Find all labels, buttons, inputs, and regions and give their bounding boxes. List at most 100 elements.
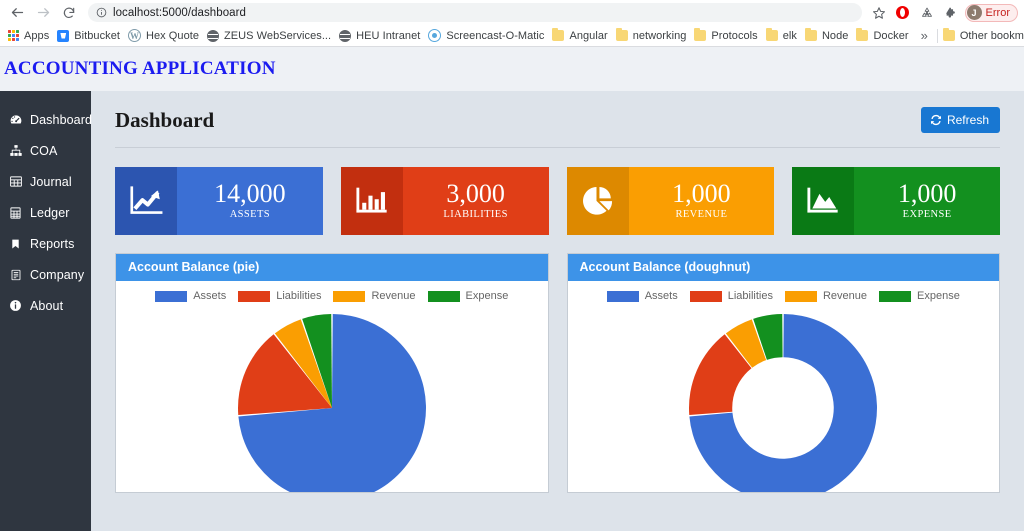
legend-label: Revenue <box>823 290 867 302</box>
globe-icon <box>207 30 219 42</box>
sidebar-item-coa[interactable]: COA <box>0 135 91 166</box>
stat-card-revenue[interactable]: 1,000 REVENUE <box>567 167 775 235</box>
stat-card-liabilities[interactable]: 3,000 LIABILITIES <box>341 167 549 235</box>
bookmark-label: Apps <box>24 30 49 42</box>
sidebar-item-ledger[interactable]: Ledger <box>0 197 91 228</box>
sidebar-item-label: Journal <box>30 175 72 189</box>
app-title: ACCOUNTING APPLICATION <box>4 58 276 80</box>
bookmark-elk[interactable]: elk <box>764 27 803 45</box>
sync-icon <box>930 114 942 126</box>
recycle-icon[interactable] <box>915 2 939 24</box>
info-circle-icon <box>8 299 23 313</box>
stat-card-expense[interactable]: 1,000 EXPENSE <box>792 167 1000 235</box>
bookmark-angular[interactable]: Angular <box>550 27 613 45</box>
sidebar-item-label: About <box>30 299 63 313</box>
legend-swatch <box>785 291 817 302</box>
folder-icon <box>616 30 628 41</box>
legend-swatch <box>428 291 460 302</box>
legend-swatch <box>238 291 270 302</box>
bookmark-apps[interactable]: Apps <box>6 27 55 45</box>
sidebar-item-dashboard[interactable]: Dashboard <box>0 104 91 135</box>
folder-icon <box>943 30 955 41</box>
bookmark-bitbucket[interactable]: Bitbucket <box>55 27 126 45</box>
bitbucket-icon <box>57 30 69 42</box>
bookmark-label: Node <box>822 30 849 42</box>
reload-icon[interactable] <box>56 2 82 24</box>
bar-chart-icon <box>341 167 403 235</box>
bookmark-screencast-o-matic[interactable]: Screencast-O-Matic <box>426 27 550 45</box>
address-bar[interactable]: localhost:5000/dashboard <box>88 3 862 22</box>
profile-pill[interactable]: J Error <box>965 4 1018 22</box>
legend-item[interactable]: Revenue <box>785 290 867 302</box>
forward-arrow-icon[interactable] <box>30 2 56 24</box>
chart-legend-pie: Assets Liabilities Revenue Expense <box>155 290 508 302</box>
bookmark-networking[interactable]: networking <box>614 27 693 45</box>
bookmarks-overflow-icon[interactable]: » <box>915 28 934 43</box>
bookmark-label: Bitbucket <box>74 30 120 42</box>
legend-item[interactable]: Assets <box>155 290 226 302</box>
bookmark-label: elk <box>783 30 797 42</box>
panel-account-balance-pie: Account Balance (pie) Assets Liabilities R… <box>115 253 549 493</box>
folder-icon <box>694 30 706 41</box>
pie-chart[interactable] <box>116 308 548 492</box>
legend-swatch <box>333 291 365 302</box>
site-info-icon[interactable] <box>96 7 107 18</box>
bookmark-other-bookmarks[interactable]: Other bookmarks <box>941 27 1024 45</box>
opera-icon[interactable] <box>891 2 915 24</box>
bookmark-label: Protocols <box>711 30 757 42</box>
legend-label: Expense <box>917 290 960 302</box>
stat-card-label: EXPENSE <box>903 209 952 220</box>
back-icon[interactable] <box>4 2 30 24</box>
stat-card-body: 1,000 REVENUE <box>629 167 775 235</box>
wordpress-icon: W <box>128 29 141 42</box>
bookmark-node[interactable]: Node <box>803 27 855 45</box>
stat-card-value: 1,000 <box>898 180 957 207</box>
sidebar-item-reports[interactable]: Reports <box>0 228 91 259</box>
legend-item[interactable]: Assets <box>607 290 678 302</box>
bookmark-star-icon[interactable] <box>867 2 891 24</box>
legend-item[interactable]: Liabilities <box>238 290 321 302</box>
apps-grid-icon <box>8 30 19 41</box>
bookmark-label: Screencast-O-Matic <box>446 30 544 42</box>
sidebar-item-company[interactable]: Company <box>0 259 91 290</box>
area-chart-icon <box>792 167 854 235</box>
panel-body: Assets Liabilities Revenue Expense <box>568 281 1000 492</box>
bookmark-protocols[interactable]: Protocols <box>692 27 763 45</box>
stat-card-value: 1,000 <box>672 180 731 207</box>
profile-label: Error <box>986 7 1010 19</box>
table-icon <box>8 175 23 189</box>
sidebar-item-journal[interactable]: Journal <box>0 166 91 197</box>
refresh-button[interactable]: Refresh <box>921 107 1000 133</box>
sitemap-icon <box>8 144 23 158</box>
bookmark-label: HEU Intranet <box>356 30 420 42</box>
stat-card-body: 3,000 LIABILITIES <box>403 167 549 235</box>
chart-panels: Account Balance (pie) Assets Liabilities R… <box>109 235 1006 493</box>
legend-item[interactable]: Expense <box>428 290 509 302</box>
folder-icon <box>552 30 564 41</box>
panel-title: Account Balance (pie) <box>116 254 548 281</box>
bookmarks-divider <box>937 29 938 43</box>
stat-card-assets[interactable]: 14,000 ASSETS <box>115 167 323 235</box>
legend-label: Assets <box>193 290 226 302</box>
bookmark-zeus-webservices[interactable]: ZEUS WebServices... <box>205 27 337 45</box>
sidebar-item-about[interactable]: About <box>0 290 91 321</box>
sidebar-item-label: Dashboard <box>30 113 92 127</box>
legend-item[interactable]: Expense <box>879 290 960 302</box>
sidebar-item-label: Ledger <box>30 206 70 220</box>
page-title: Dashboard <box>115 108 214 133</box>
legend-swatch <box>690 291 722 302</box>
stat-cards: 14,000 ASSETS 3,000 <box>109 148 1006 235</box>
folder-icon <box>856 30 868 41</box>
refresh-button-label: Refresh <box>947 113 989 127</box>
legend-item[interactable]: Revenue <box>333 290 415 302</box>
bookmark-label: ZEUS WebServices... <box>224 30 331 42</box>
stat-card-value: 14,000 <box>214 180 286 207</box>
legend-item[interactable]: Liabilities <box>690 290 773 302</box>
doughnut-chart[interactable] <box>568 308 1000 492</box>
bookmark-hex-quote[interactable]: W Hex Quote <box>126 27 205 45</box>
bookmark-docker[interactable]: Docker <box>854 27 914 45</box>
sidebar: Dashboard COA Journal Ledger Reports <box>0 91 91 531</box>
puzzle-piece-icon[interactable] <box>939 2 963 24</box>
stat-card-body: 14,000 ASSETS <box>177 167 323 235</box>
bookmark-heu-intranet[interactable]: HEU Intranet <box>337 27 426 45</box>
